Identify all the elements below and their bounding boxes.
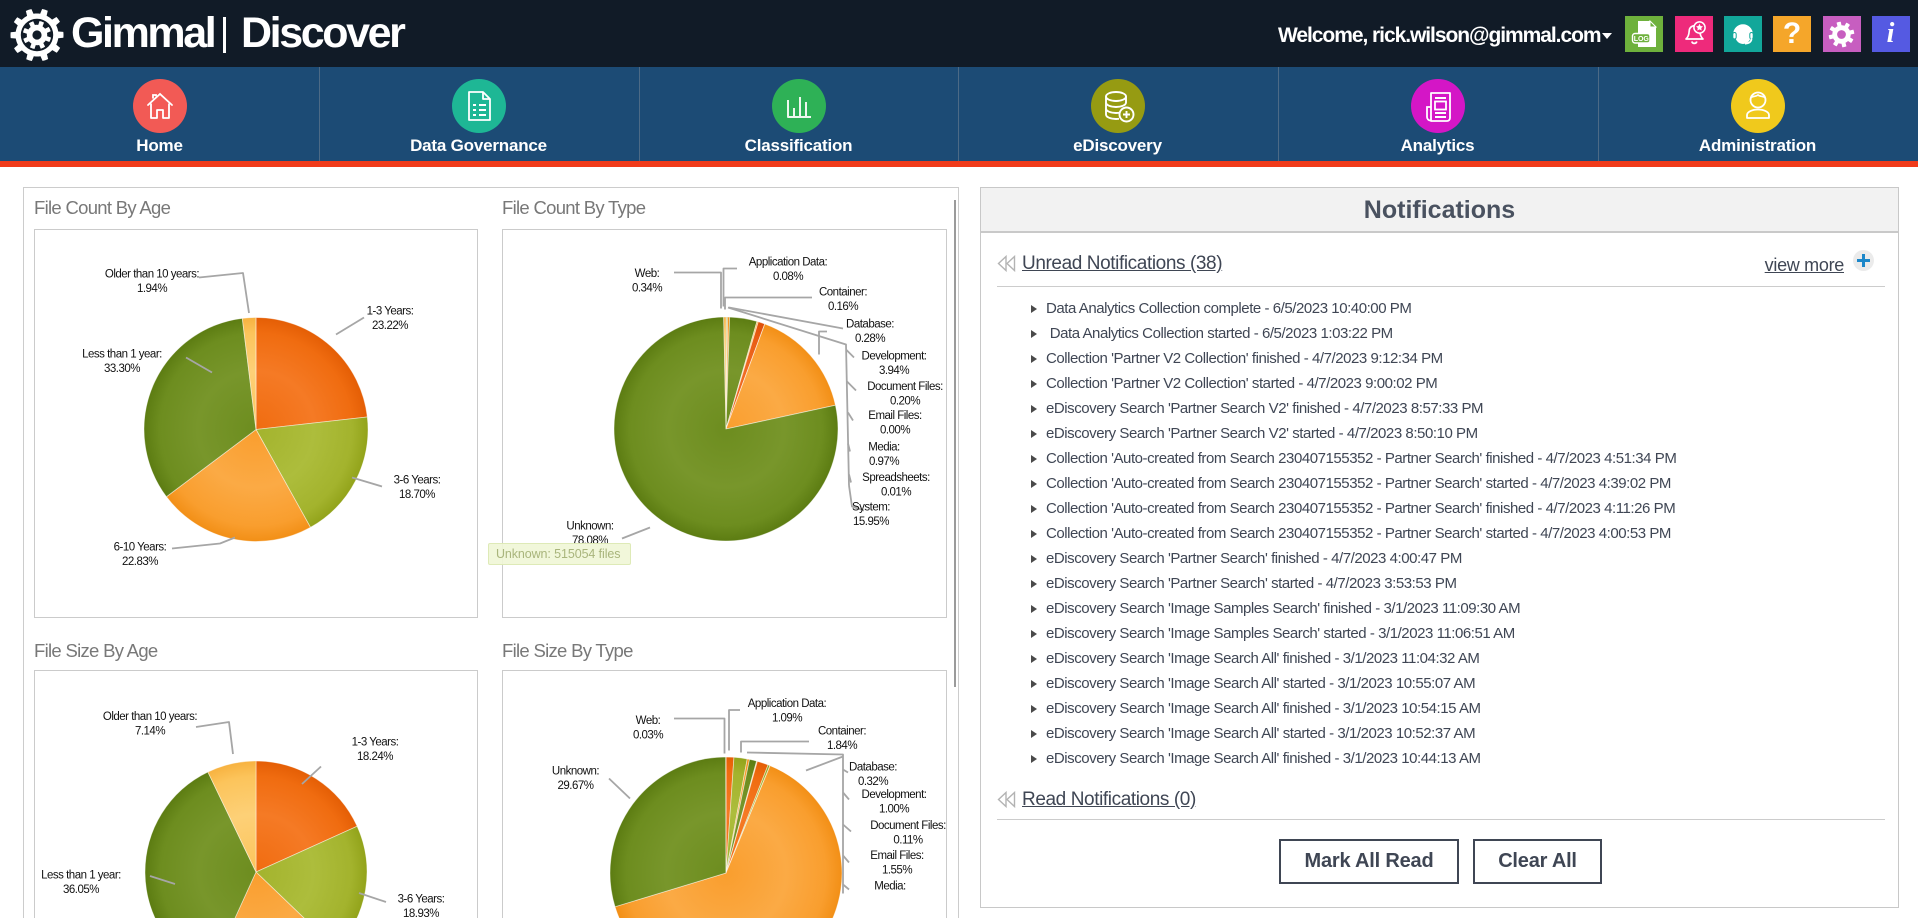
- svg-text:Document Files:: Document Files:: [870, 819, 946, 831]
- svg-text:Email Files:: Email Files:: [868, 409, 922, 421]
- svg-text:1-3 Years:: 1-3 Years:: [352, 736, 399, 748]
- svg-text:Development:: Development:: [862, 350, 927, 362]
- svg-text:Document Files:: Document Files:: [867, 380, 943, 392]
- svg-text:System:: System:: [852, 501, 890, 513]
- svg-text:0.03%: 0.03%: [633, 729, 663, 741]
- svg-text:Spreadsheets:: Spreadsheets:: [862, 471, 930, 483]
- svg-text:0.01%: 0.01%: [881, 486, 911, 498]
- svg-text:Application Data:: Application Data:: [748, 697, 827, 709]
- svg-text:Older than 10 years:: Older than 10 years:: [105, 268, 200, 280]
- svg-text:LOG: LOG: [1634, 36, 1650, 43]
- svg-text:Database:: Database:: [846, 318, 894, 330]
- svg-text:1.00%: 1.00%: [879, 803, 909, 815]
- svg-text:0.34%: 0.34%: [632, 282, 662, 294]
- svg-text:Media:: Media:: [868, 441, 900, 453]
- svg-text:Application Data:: Application Data:: [749, 256, 828, 268]
- svg-text:Email Files:: Email Files:: [870, 849, 924, 861]
- svg-text:0.11%: 0.11%: [893, 834, 923, 846]
- svg-text:3-6 Years:: 3-6 Years:: [398, 893, 445, 905]
- svg-text:0.97%: 0.97%: [869, 455, 899, 467]
- svg-text:0.00%: 0.00%: [880, 424, 910, 436]
- svg-text:0.32%: 0.32%: [858, 775, 888, 787]
- svg-text:Unknown:: Unknown:: [552, 765, 599, 777]
- svg-text:3.94%: 3.94%: [879, 364, 909, 376]
- svg-text:Container:: Container:: [819, 286, 867, 298]
- svg-text:0.28%: 0.28%: [855, 332, 885, 344]
- svg-text:23.22%: 23.22%: [372, 319, 408, 331]
- svg-text:Media:: Media:: [874, 880, 906, 892]
- svg-text:Less than 1 year:: Less than 1 year:: [82, 348, 162, 360]
- svg-text:0.08%: 0.08%: [773, 270, 803, 282]
- svg-text:29.67%: 29.67%: [557, 779, 593, 791]
- svg-text:Older than 10 years:: Older than 10 years:: [103, 710, 198, 722]
- svg-text:1-3 Years:: 1-3 Years:: [367, 305, 414, 317]
- svg-text:1.09%: 1.09%: [772, 712, 802, 724]
- svg-text:Development:: Development:: [862, 788, 927, 800]
- svg-text:0.20%: 0.20%: [890, 395, 920, 407]
- svg-text:7.14%: 7.14%: [135, 725, 165, 737]
- svg-text:Less than 1 year:: Less than 1 year:: [41, 869, 121, 881]
- svg-text:Database:: Database:: [849, 761, 897, 773]
- svg-text:Web:: Web:: [636, 714, 661, 726]
- svg-text:0.16%: 0.16%: [828, 300, 858, 312]
- svg-text:18.24%: 18.24%: [357, 750, 393, 762]
- svg-text:1.84%: 1.84%: [827, 739, 857, 751]
- svg-text:18.93%: 18.93%: [403, 907, 439, 918]
- svg-text:1.94%: 1.94%: [137, 282, 167, 294]
- svg-text:6-10 Years:: 6-10 Years:: [114, 541, 167, 553]
- svg-text:Container:: Container:: [818, 725, 866, 737]
- svg-text:22.83%: 22.83%: [122, 555, 158, 567]
- svg-text:33.30%: 33.30%: [104, 362, 140, 374]
- svg-text:15.95%: 15.95%: [853, 515, 889, 527]
- svg-text:Web:: Web:: [635, 267, 660, 279]
- svg-text:3-6 Years:: 3-6 Years:: [394, 474, 441, 486]
- svg-text:36.05%: 36.05%: [63, 883, 99, 895]
- svg-text:Unknown:: Unknown:: [566, 520, 613, 532]
- svg-text:18.70%: 18.70%: [399, 488, 435, 500]
- svg-text:1.55%: 1.55%: [882, 864, 912, 876]
